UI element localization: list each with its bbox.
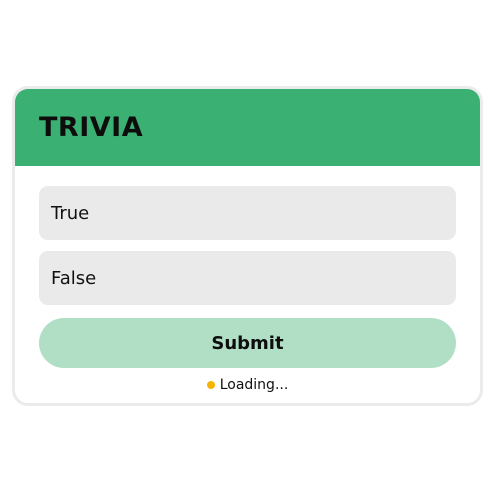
option-label: False <box>51 267 97 289</box>
loading-dot-icon <box>206 381 215 389</box>
option-label: True <box>51 202 90 224</box>
submit-button[interactable]: Submit <box>39 318 456 368</box>
status-text: Loading... <box>219 377 289 393</box>
quiz-title: TRIVIA <box>39 112 144 143</box>
option-false[interactable]: False <box>39 251 456 305</box>
loading-status: Loading... <box>39 377 456 393</box>
option-true[interactable]: True <box>39 186 456 240</box>
card-header: TRIVIA <box>15 89 480 166</box>
trivia-card: TRIVIA True False Submit Loading... <box>12 86 483 406</box>
card-body: True False Submit Loading... <box>15 166 480 393</box>
